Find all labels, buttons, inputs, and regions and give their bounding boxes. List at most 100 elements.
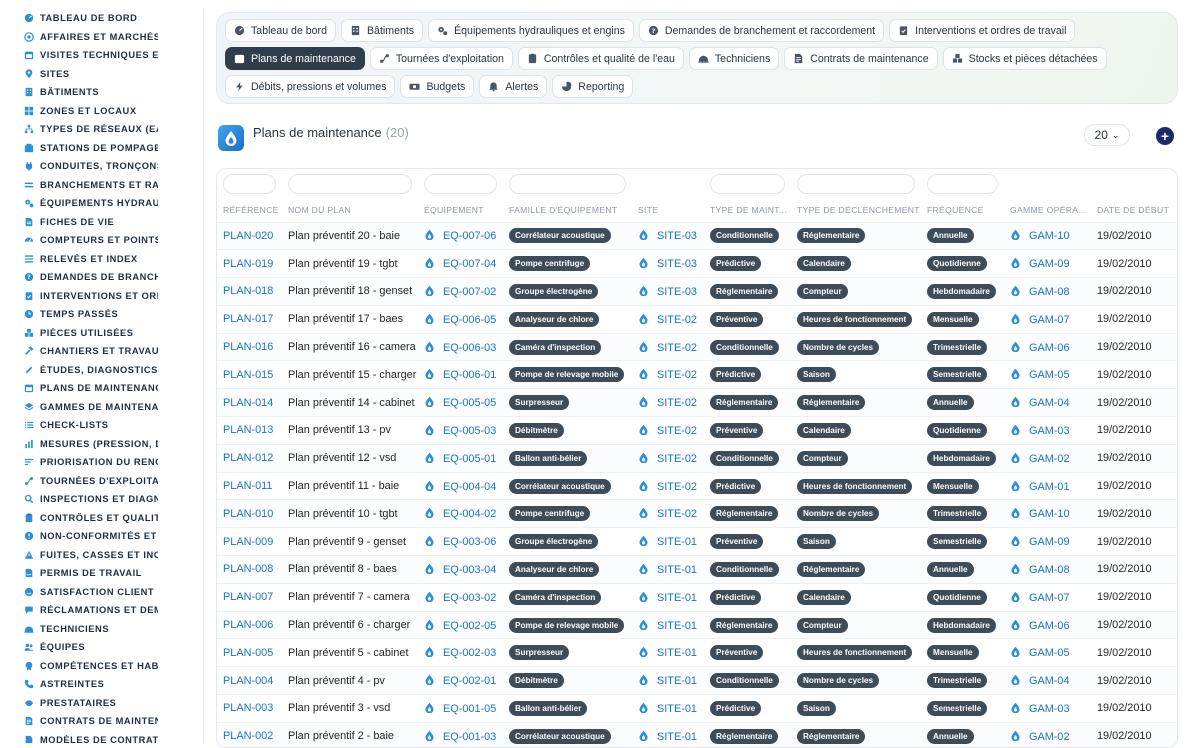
gamme-link[interactable]: GAM-02 — [1029, 453, 1070, 465]
reference-link[interactable]: PLAN-015 — [223, 369, 273, 381]
sidebar-item-mesures-pression-de[interactable]: MESURES (PRESSION, DÉ — [24, 435, 203, 454]
sidebar-item-permis-de-travail[interactable]: PERMIS DE TRAVAIL — [24, 564, 203, 583]
site-link[interactable]: SITE-01 — [657, 620, 697, 632]
gamme-link[interactable]: GAM-03 — [1029, 703, 1070, 715]
sidebar-item-visites-techniques-et[interactable]: VISITES TECHNIQUES ET — [24, 46, 203, 65]
column-header[interactable]: GAMME OPÉRA... — [1004, 198, 1091, 222]
table-row[interactable]: PLAN-017 Plan préventif 17 - baes EQ-006-0… — [217, 304, 1177, 334]
sidebar-item-chantiers-et-travaux[interactable]: CHANTIERS ET TRAVAUX — [24, 342, 203, 361]
reference-link[interactable]: PLAN-011 — [223, 480, 272, 492]
sidebar-item-pieces-utilisees[interactable]: PIÈCES UTILISÉES — [24, 324, 203, 343]
module-tab[interactable]: Techniciens — [688, 47, 780, 70]
equipment-link[interactable]: EQ-005-01 — [443, 453, 496, 465]
site-link[interactable]: SITE-02 — [657, 397, 697, 409]
sidebar-item-controles-et-qualite[interactable]: CONTRÔLES ET QUALITÉ — [24, 509, 203, 528]
equipment-link[interactable]: EQ-005-03 — [443, 425, 496, 437]
sidebar-item-competences-et-habil[interactable]: COMPÉTENCES ET HABIL — [24, 657, 203, 676]
gamme-link[interactable]: GAM-04 — [1029, 397, 1070, 409]
reference-link[interactable]: PLAN-003 — [223, 702, 273, 714]
sidebar-item-fiches-de-vie[interactable]: FICHES DE VIE — [24, 213, 203, 232]
gamme-link[interactable]: GAM-09 — [1029, 258, 1070, 270]
sidebar-item-etudes-diagnostics-e[interactable]: ÉTUDES, DIAGNOSTICS E — [24, 361, 203, 380]
sidebar-item-fuites-casses-et-inci[interactable]: FUITES, CASSES ET INCI — [24, 546, 203, 565]
site-link[interactable]: SITE-02 — [657, 314, 697, 326]
gamme-link[interactable]: GAM-07 — [1029, 592, 1070, 604]
reference-link[interactable]: PLAN-013 — [223, 424, 273, 436]
gamme-link[interactable]: GAM-10 — [1029, 508, 1070, 520]
module-tab[interactable]: Reporting — [552, 75, 634, 98]
column-filter-input[interactable] — [288, 173, 412, 194]
sidebar-item-sites[interactable]: SITES — [24, 65, 203, 84]
table-row[interactable]: PLAN-002 Plan préventif 2 - baie EQ-001-03… — [217, 721, 1177, 747]
gamme-link[interactable]: GAM-06 — [1029, 342, 1070, 354]
site-link[interactable]: SITE-02 — [657, 425, 697, 437]
equipment-link[interactable]: EQ-001-05 — [443, 703, 496, 715]
table-row[interactable]: PLAN-011 Plan préventif 11 - baie EQ-004-0… — [217, 471, 1177, 500]
sidebar-item-techniciens[interactable]: TECHNICIENS — [24, 620, 203, 639]
site-link[interactable]: SITE-03 — [657, 258, 697, 270]
reference-link[interactable]: PLAN-009 — [223, 536, 273, 548]
reference-link[interactable]: PLAN-004 — [223, 675, 273, 687]
reference-link[interactable]: PLAN-017 — [223, 313, 273, 325]
gamme-link[interactable]: GAM-08 — [1029, 564, 1070, 576]
table-row[interactable]: PLAN-003 Plan préventif 3 - vsd EQ-001-05 B… — [217, 694, 1177, 723]
module-tab[interactable]: Budgets — [400, 75, 475, 98]
column-header[interactable]: TYPE DE MAINT... — [704, 198, 791, 222]
reference-link[interactable]: PLAN-007 — [223, 591, 273, 603]
sidebar-item-tableau-de-bord[interactable]: TABLEAU DE BORD — [24, 9, 203, 28]
module-tab[interactable]: Interventions et ordres de travail — [889, 19, 1076, 42]
column-header[interactable]: RÉFÉRENCE — [217, 198, 282, 222]
gamme-link[interactable]: GAM-02 — [1029, 731, 1070, 743]
table-row[interactable]: PLAN-008 Plan préventif 8 - baes EQ-003-04… — [217, 555, 1177, 584]
table-row[interactable]: PLAN-014 Plan préventif 14 - cabinet EQ-00… — [217, 388, 1177, 417]
reference-link[interactable]: PLAN-002 — [223, 730, 273, 742]
table-row[interactable]: PLAN-019 Plan préventif 19 - tgbt EQ-007-0… — [217, 249, 1177, 278]
add-plan-button[interactable]: + — [1156, 127, 1174, 145]
sidebar-item-interventions-et-ordi[interactable]: INTERVENTIONS ET ORDI — [24, 287, 203, 306]
sidebar-item-conduites-troncons[interactable]: CONDUITES, TRONÇONS — [24, 157, 203, 176]
reference-link[interactable]: PLAN-006 — [223, 619, 273, 631]
site-link[interactable]: SITE-01 — [657, 592, 697, 604]
table-row[interactable]: PLAN-013 Plan préventif 13 - pv EQ-005-03 D… — [217, 416, 1177, 445]
equipment-link[interactable]: EQ-007-04 — [443, 258, 496, 270]
reference-link[interactable]: PLAN-020 — [223, 230, 273, 242]
equipment-link[interactable]: EQ-002-01 — [443, 675, 496, 687]
sidebar-item-prestataires[interactable]: PRESTATAIRES — [24, 694, 203, 713]
gamme-link[interactable]: GAM-09 — [1029, 536, 1070, 548]
column-header[interactable]: ÉQUIPEMENT — [418, 198, 503, 222]
table-row[interactable]: PLAN-007 Plan préventif 7 - camera EQ-003-… — [217, 582, 1177, 612]
module-tab[interactable]: Tableau de bord — [225, 19, 336, 42]
site-link[interactable]: SITE-01 — [657, 703, 697, 715]
gamme-link[interactable]: GAM-05 — [1029, 369, 1070, 381]
equipment-link[interactable]: EQ-007-02 — [443, 286, 496, 298]
gamme-link[interactable]: GAM-08 — [1029, 286, 1070, 298]
column-filter-input[interactable] — [927, 173, 998, 194]
table-row[interactable]: PLAN-009 Plan préventif 9 - genset EQ-003-… — [217, 527, 1177, 556]
table-row[interactable]: PLAN-020 Plan préventif 20 - baie EQ-007-0… — [217, 221, 1177, 250]
table-row[interactable]: PLAN-016 Plan préventif 16 - camera EQ-006… — [217, 332, 1177, 361]
site-link[interactable]: SITE-01 — [657, 564, 697, 576]
sidebar-item-priorisation-du-renou[interactable]: PRIORISATION DU RENOU — [24, 453, 203, 472]
sidebar-item-types-de-reseaux-eau[interactable]: TYPES DE RÉSEAUX (EAU — [24, 120, 203, 139]
equipment-link[interactable]: EQ-002-03 — [443, 647, 496, 659]
module-tab[interactable]: Équipements hydrauliques et engins — [428, 19, 634, 42]
table-row[interactable]: PLAN-012 Plan préventif 12 - vsd EQ-005-01… — [217, 443, 1177, 473]
sidebar-item-compteurs-et-points-i[interactable]: COMPTEURS ET POINTS I — [24, 231, 203, 250]
equipment-link[interactable]: EQ-003-04 — [443, 564, 496, 576]
page-size-select[interactable]: 20 ⌄ — [1084, 124, 1130, 146]
column-header[interactable]: FRÉQUENCE — [921, 198, 1004, 222]
equipment-link[interactable]: EQ-006-05 — [443, 314, 496, 326]
column-header[interactable]: SITE — [632, 198, 704, 222]
site-link[interactable]: SITE-01 — [657, 731, 697, 743]
reference-link[interactable]: PLAN-005 — [223, 647, 273, 659]
sidebar-item-tournees-d-exploitati[interactable]: TOURNÉES D'EXPLOITATI — [24, 472, 203, 491]
reference-link[interactable]: PLAN-014 — [223, 397, 273, 409]
gamme-link[interactable]: GAM-07 — [1029, 314, 1070, 326]
column-header[interactable]: FAMILLE D'ÉQUIPEMENT — [503, 198, 632, 222]
sidebar-item-contrats-de-maintena[interactable]: CONTRATS DE MAINTENA — [24, 712, 203, 731]
sidebar-item-affaires-et-marches[interactable]: AFFAIRES ET MARCHÉS — [24, 28, 203, 47]
site-link[interactable]: SITE-02 — [657, 453, 697, 465]
site-link[interactable]: SITE-02 — [657, 508, 697, 520]
sidebar-item-modeles-de-contrats[interactable]: MODÈLES DE CONTRATS — [24, 731, 203, 743]
equipment-link[interactable]: EQ-001-03 — [443, 731, 496, 743]
